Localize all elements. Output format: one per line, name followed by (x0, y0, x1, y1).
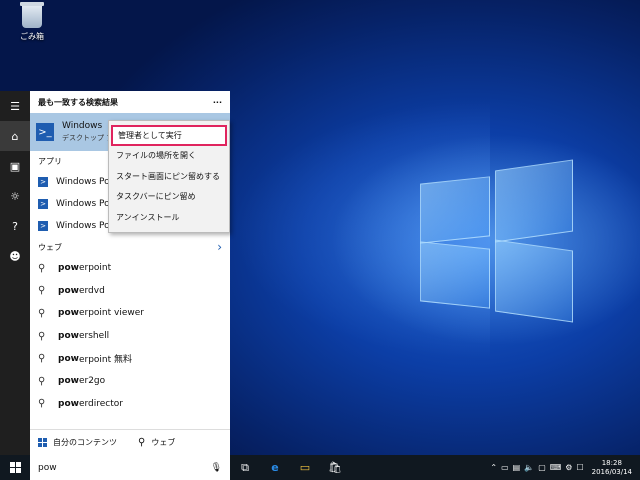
uninstall-menu-item[interactable]: アンインストール (109, 207, 229, 228)
device-icon[interactable]: ▭ (501, 463, 509, 472)
taskbar: pow 🎙 ⧉ e ▭ 🛍 ⌃ ▭ ▤ 🔈 ▢ ⌨ ⚙ ☐ 18:28 2016… (0, 455, 640, 480)
logo-pane (420, 241, 490, 309)
context-menu: 管理者として実行 ファイルの場所を開く スタート画面にピン留めする タスクバーに… (108, 120, 230, 233)
my-content-label: 自分のコンテンツ (53, 438, 117, 447)
web-result-rest: erpoint 無料 (78, 355, 133, 366)
web-result[interactable]: ⚲ pow erdirector (30, 393, 230, 416)
lightbulb-icon[interactable]: ☼ (0, 181, 30, 211)
network-icon[interactable]: ▤ (513, 463, 521, 472)
best-match-subtitle: デスクトップ ア (62, 134, 114, 142)
windows-logo-icon (9, 462, 21, 473)
action-center-icon[interactable]: ☐ (576, 463, 583, 472)
task-view-icon[interactable]: ⧉ (230, 455, 260, 480)
web-result[interactable]: ⚲ pow erdvd (30, 280, 230, 303)
notebook-icon[interactable]: ▣ (0, 151, 30, 181)
chevron-right-icon: › (217, 240, 222, 254)
app-result-label: Windows Po (56, 199, 110, 209)
search-icon: ⚲ (38, 262, 46, 274)
recycle-bin-label: ごみ箱 (20, 32, 44, 41)
search-icon: ⚲ (38, 398, 46, 410)
settings-icon[interactable]: ⚙ (565, 463, 572, 472)
web-result-rest: erpoint viewer (78, 308, 144, 319)
powershell-icon: > (38, 221, 48, 231)
powershell-icon: >_ (36, 123, 54, 141)
search-icon: ⚲ (38, 330, 46, 342)
web-filter-label: ウェブ (151, 438, 176, 447)
open-file-location-menu-item[interactable]: ファイルの場所を開く (109, 146, 229, 167)
web-result-match: pow (58, 331, 79, 342)
search-icon: ⚲ (38, 285, 46, 297)
windows-logo-icon (38, 438, 47, 447)
web-result[interactable]: ⚲ pow erpoint 無料 (30, 347, 230, 370)
web-result-match: pow (58, 308, 79, 319)
web-result-rest: er2go (78, 376, 106, 387)
powershell-icon: > (38, 199, 48, 209)
more-options-icon[interactable]: ··· (213, 98, 222, 107)
chat-icon[interactable]: ▢ (538, 463, 546, 472)
logo-pane (420, 176, 490, 244)
taskbar-search-box[interactable]: pow 🎙 (30, 455, 230, 480)
microphone-icon[interactable]: 🎙 (211, 463, 222, 473)
search-icon: ⚲ (138, 437, 146, 448)
app-result-label: Windows Po (56, 177, 110, 187)
clock[interactable]: 18:28 2016/03/14 (588, 459, 636, 477)
web-result-match: pow (58, 376, 79, 387)
file-explorer-icon[interactable]: ▭ (290, 455, 320, 480)
help-icon[interactable]: ? (0, 211, 30, 241)
search-input[interactable]: pow (38, 463, 57, 473)
hamburger-menu-icon[interactable]: ☰ (0, 91, 30, 121)
search-filter-bar: 自分のコンテンツ ⚲ ウェブ (30, 429, 230, 455)
search-icon: ⚲ (38, 375, 46, 387)
web-result-rest: erdirector (78, 398, 123, 409)
pin-to-start-menu-item[interactable]: スタート画面にピン留めする (109, 166, 229, 187)
web-result[interactable]: ⚲ pow erpoint (30, 257, 230, 280)
apps-heading: アプリ (38, 156, 62, 166)
start-button[interactable] (0, 455, 30, 480)
web-result-rest: ershell (78, 331, 110, 342)
web-result-match: pow (58, 263, 79, 274)
web-result-rest: erpoint (78, 263, 112, 274)
logo-pane (495, 239, 573, 323)
show-hidden-icons-icon[interactable]: ⌃ (490, 463, 497, 472)
clock-date: 2016/03/14 (591, 467, 632, 476)
start-rail: ☰ ⌂ ▣ ☼ ? ☻ (0, 91, 30, 455)
search-icon: ⚲ (38, 353, 46, 365)
web-result[interactable]: ⚲ pow er2go (30, 370, 230, 393)
best-match-title: Windows (62, 121, 103, 131)
keyboard-icon[interactable]: ⌨ (550, 463, 562, 472)
logo-pane (495, 159, 573, 243)
run-as-admin-menu-item[interactable]: 管理者として実行 (111, 125, 227, 146)
clock-time: 18:28 (601, 458, 622, 467)
my-content-filter[interactable]: 自分のコンテンツ (30, 437, 130, 448)
web-result-match: pow (58, 353, 79, 364)
web-result-rest: erdvd (78, 285, 105, 296)
recycle-bin-icon (20, 2, 44, 28)
feedback-icon[interactable]: ☻ (0, 241, 30, 271)
volume-icon[interactable]: 🔈 (524, 463, 534, 472)
home-icon[interactable]: ⌂ (0, 121, 30, 151)
web-result-match: pow (58, 285, 79, 296)
web-filter[interactable]: ⚲ ウェブ (130, 437, 230, 448)
system-tray: ⌃ ▭ ▤ 🔈 ▢ ⌨ ⚙ ☐ 18:28 2016/03/14 (490, 459, 640, 477)
search-icon: ⚲ (38, 307, 46, 319)
web-result[interactable]: ⚲ pow erpoint viewer (30, 302, 230, 325)
web-result[interactable]: ⚲ pow ershell (30, 325, 230, 348)
app-result-label: Windows Po (56, 221, 110, 231)
recycle-bin[interactable]: ごみ箱 (14, 2, 50, 42)
pin-to-taskbar-menu-item[interactable]: タスクバーにピン留め (109, 187, 229, 208)
web-section-header[interactable]: ウェブ › (30, 237, 230, 257)
edge-browser-icon[interactable]: e (260, 455, 290, 480)
best-match-heading: 最も一致する検索結果 (38, 97, 118, 107)
web-heading: ウェブ (38, 242, 62, 252)
web-result-match: pow (58, 398, 79, 409)
results-header: 最も一致する検索結果 ··· (30, 91, 230, 113)
powershell-icon: > (38, 177, 48, 187)
store-icon[interactable]: 🛍 (320, 455, 350, 480)
